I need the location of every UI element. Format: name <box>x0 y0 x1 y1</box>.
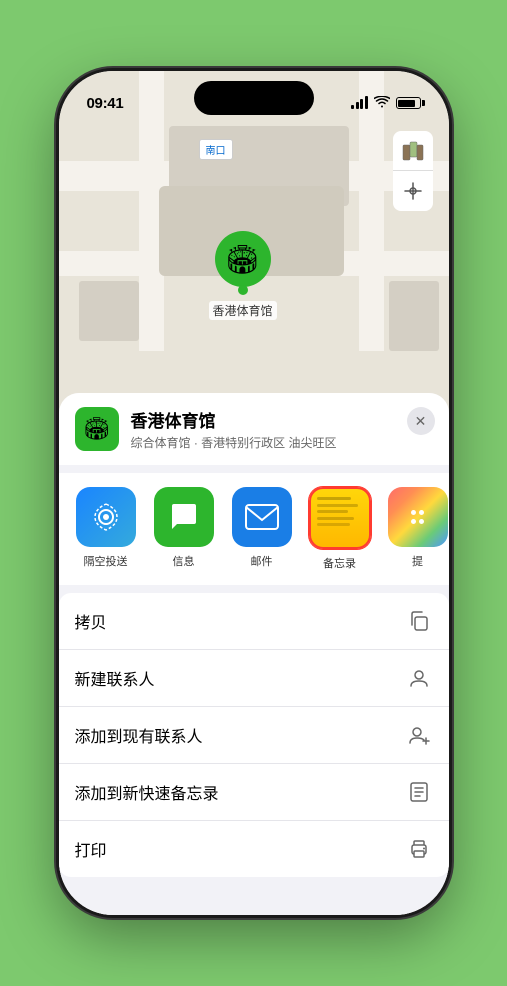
battery-icon <box>396 97 421 109</box>
bottom-sheet: 🏟 香港体育馆 综合体育馆 · 香港特别行政区 油尖旺区 ✕ 隔空投送 <box>59 393 449 915</box>
copy-icon <box>405 607 433 635</box>
mail-label: 邮件 <box>251 553 273 569</box>
share-notes[interactable]: 备忘录 <box>305 487 375 571</box>
person-icon <box>405 664 433 692</box>
signal-icon <box>351 97 368 109</box>
location-button[interactable] <box>393 171 433 211</box>
airdrop-icon <box>76 487 136 547</box>
venue-name: 香港体育馆 <box>131 407 433 432</box>
action-add-notes[interactable]: 添加到新快速备忘录 <box>59 764 449 821</box>
venue-info: 香港体育馆 综合体育馆 · 香港特别行政区 油尖旺区 <box>131 407 433 451</box>
action-add-existing-label: 添加到现有联系人 <box>75 723 203 747</box>
status-icons <box>351 96 421 111</box>
action-add-existing[interactable]: 添加到现有联系人 <box>59 707 449 764</box>
notes-label: 备忘录 <box>323 555 356 571</box>
phone-frame: 09:41 <box>59 71 449 915</box>
map-controls <box>393 131 433 211</box>
action-print-label: 打印 <box>75 837 107 861</box>
messages-label: 信息 <box>173 553 195 569</box>
printer-icon <box>405 835 433 863</box>
action-copy[interactable]: 拷贝 <box>59 593 449 650</box>
share-more[interactable]: 提 <box>383 487 449 571</box>
pin-label: 香港体育馆 <box>209 301 277 320</box>
more-icon <box>388 487 448 547</box>
map-type-button[interactable] <box>393 131 433 171</box>
action-new-contact-label: 新建联系人 <box>75 666 155 690</box>
share-mail[interactable]: 邮件 <box>227 487 297 571</box>
action-print[interactable]: 打印 <box>59 821 449 877</box>
share-row: 隔空投送 信息 邮件 <box>59 473 449 585</box>
venue-subtitle: 综合体育馆 · 香港特别行政区 油尖旺区 <box>131 434 433 451</box>
close-button[interactable]: ✕ <box>407 407 435 435</box>
status-time: 09:41 <box>87 95 124 112</box>
messages-icon <box>154 487 214 547</box>
notes-icon <box>309 487 371 549</box>
share-messages[interactable]: 信息 <box>149 487 219 571</box>
person-plus-icon <box>405 721 433 749</box>
more-label: 提 <box>412 553 423 569</box>
map-label: 南口 <box>199 139 233 160</box>
action-new-contact[interactable]: 新建联系人 <box>59 650 449 707</box>
wifi-icon <box>374 96 390 111</box>
share-airdrop[interactable]: 隔空投送 <box>71 487 141 571</box>
note-icon <box>405 778 433 806</box>
dynamic-island <box>194 81 314 115</box>
stadium-pin: 🏟 香港体育馆 <box>209 231 277 320</box>
action-add-notes-label: 添加到新快速备忘录 <box>75 780 219 804</box>
venue-header: 🏟 香港体育馆 综合体育馆 · 香港特别行政区 油尖旺区 ✕ <box>59 393 449 465</box>
airdrop-label: 隔空投送 <box>84 553 128 569</box>
action-copy-label: 拷贝 <box>75 609 107 633</box>
venue-icon: 🏟 <box>75 407 119 451</box>
mail-icon <box>232 487 292 547</box>
pin-icon: 🏟 <box>215 231 271 287</box>
action-list: 拷贝 新建联系人 <box>59 593 449 877</box>
